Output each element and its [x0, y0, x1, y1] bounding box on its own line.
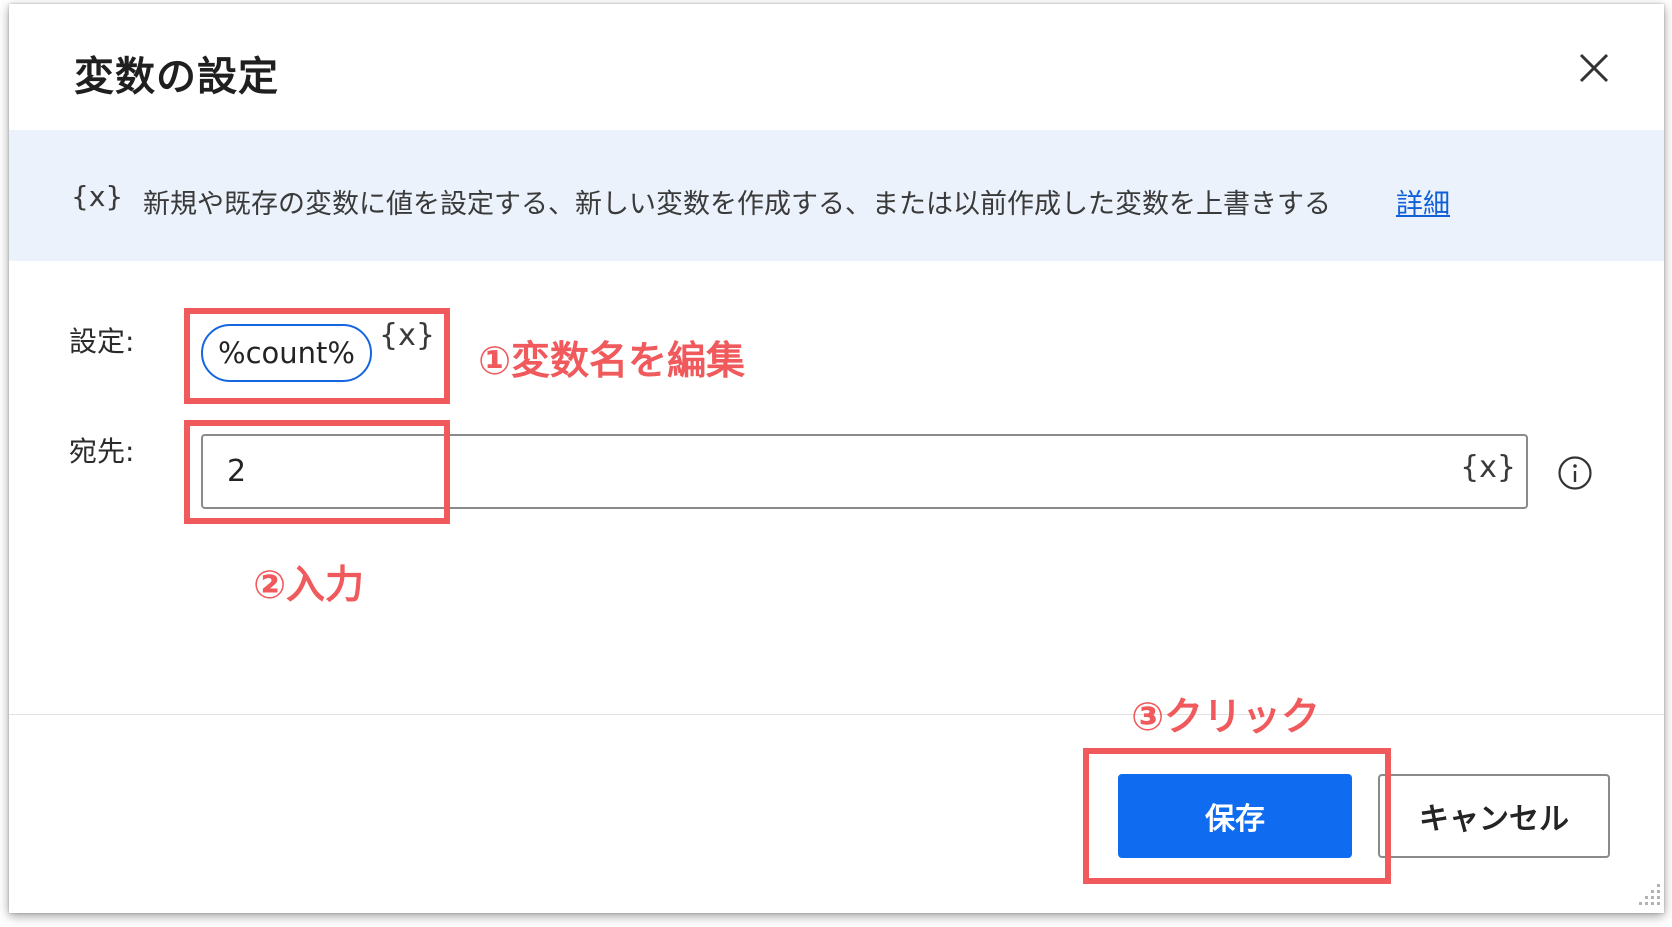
annotation-step2: ②入力 [253, 563, 365, 608]
to-label: 宛先: [69, 435, 135, 468]
info-bar: {x} 新規や既存の変数に値を設定する、新しい変数を作成する、または以前作成した… [9, 130, 1664, 261]
resize-grip-icon[interactable] [1633, 876, 1663, 906]
details-link[interactable]: 詳細 [1396, 182, 1450, 221]
set-label: 設定: [69, 325, 135, 358]
info-icon[interactable] [1557, 455, 1593, 491]
annotation-step1: ①変数名を編集 [478, 339, 746, 384]
info-description: 新規や既存の変数に値を設定する、新しい変数を作成する、または以前作成した変数を上… [143, 189, 1331, 220]
close-icon[interactable] [1572, 46, 1616, 90]
annotation-step3: ③クリック [1131, 695, 1321, 740]
dialog-title: 変数の設定 [74, 54, 279, 100]
cancel-button[interactable]: キャンセル [1378, 774, 1610, 858]
value-variable-picker-button[interactable]: {x} [1460, 450, 1516, 485]
footer-divider [9, 714, 1664, 715]
annotation-box-variable-name [184, 308, 450, 404]
variable-icon: {x} [71, 180, 124, 213]
annotation-box-value-input [184, 420, 450, 524]
annotation-box-save [1083, 748, 1391, 884]
